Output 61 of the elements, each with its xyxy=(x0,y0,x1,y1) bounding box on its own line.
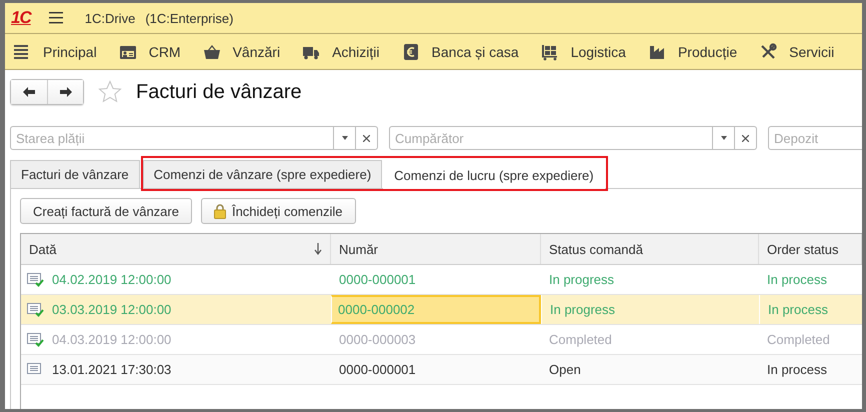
table-cell: Completed xyxy=(549,332,612,347)
close-icon xyxy=(363,134,370,142)
cart-icon xyxy=(540,42,559,60)
app-logo: 1С xyxy=(11,8,31,28)
table-cell: 0000-000002 xyxy=(338,302,415,317)
caret-icon xyxy=(720,136,726,140)
back-button[interactable] xyxy=(11,80,47,104)
menu-icon[interactable] xyxy=(48,12,63,24)
table-cell: 13.01.2021 17:30:03 xyxy=(52,362,172,377)
column-header[interactable]: Dată xyxy=(21,234,331,264)
action-button[interactable]: Creați factură de vânzare xyxy=(20,198,192,224)
table-cell: 0000-000003 xyxy=(339,332,416,347)
table-cell: 03.03.2019 12:00:00 xyxy=(52,302,172,317)
clear-button[interactable] xyxy=(735,126,757,150)
filter-field[interactable]: Cumpărător xyxy=(389,126,713,150)
column-header[interactable]: Număr xyxy=(331,234,541,264)
filter-field[interactable]: Depozit xyxy=(768,126,862,150)
table-cell: In process xyxy=(768,302,828,317)
action-button[interactable]: Închideți comenzile xyxy=(200,198,356,224)
table-cell: In process xyxy=(767,272,827,287)
app-subtitle: (1C:Enterprise) xyxy=(145,10,234,26)
dropdown-button[interactable] xyxy=(713,126,735,150)
app-title: 1C:Drive xyxy=(84,10,136,26)
list-icon xyxy=(13,42,31,60)
table-cell: 0000-000001 xyxy=(339,362,416,377)
table-cell: 04.03.2019 12:00:00 xyxy=(52,332,172,347)
close-icon xyxy=(742,134,749,142)
menu-item[interactable]: Producție xyxy=(648,42,760,60)
tools-icon xyxy=(759,42,778,60)
menu-item[interactable]: Banca și casa xyxy=(402,42,541,60)
sort-arrow-icon xyxy=(314,243,322,255)
table-cell: In progress xyxy=(550,302,616,317)
clear-button[interactable] xyxy=(356,126,378,150)
menu-item[interactable]: CRM xyxy=(118,42,203,60)
column-header[interactable]: Status comandă xyxy=(541,234,759,264)
basket-icon xyxy=(202,42,221,60)
menu-item[interactable]: Servicii xyxy=(759,42,856,60)
menu-item[interactable]: Principal xyxy=(13,42,119,60)
table-cell: In process xyxy=(767,362,827,377)
tab[interactable]: Comenzi de vânzare (spre expediere) xyxy=(142,160,382,188)
left-arrow-icon xyxy=(22,86,36,98)
column-header[interactable]: Order status xyxy=(759,234,862,264)
forward-button[interactable] xyxy=(47,80,83,104)
table-cell: Completed xyxy=(767,332,830,347)
star-icon[interactable] xyxy=(98,80,122,104)
caret-icon xyxy=(342,136,348,140)
table-cell: 0000-000001 xyxy=(339,272,416,287)
padlock-icon xyxy=(214,203,226,219)
menu-item[interactable]: Vânzări xyxy=(202,42,302,60)
right-arrow-icon xyxy=(58,86,72,98)
menu-item[interactable]: Logistica xyxy=(540,42,648,60)
filter-field[interactable]: Starea plății xyxy=(10,126,334,150)
tab[interactable]: Facturi de vânzare xyxy=(10,160,140,188)
menu-item[interactable]: Achiziții xyxy=(302,42,402,60)
table-cell: 04.02.2019 12:00:00 xyxy=(52,272,172,287)
dropdown-button[interactable] xyxy=(334,126,356,150)
euro-icon xyxy=(402,42,420,60)
table-cell: Open xyxy=(549,362,581,377)
table-row[interactable]: 13.01.2021 17:30:03 0000-000001 Open In process xyxy=(21,355,862,385)
table-cell: In progress xyxy=(549,272,614,287)
page-title: Facturi de vânzare xyxy=(136,80,302,104)
